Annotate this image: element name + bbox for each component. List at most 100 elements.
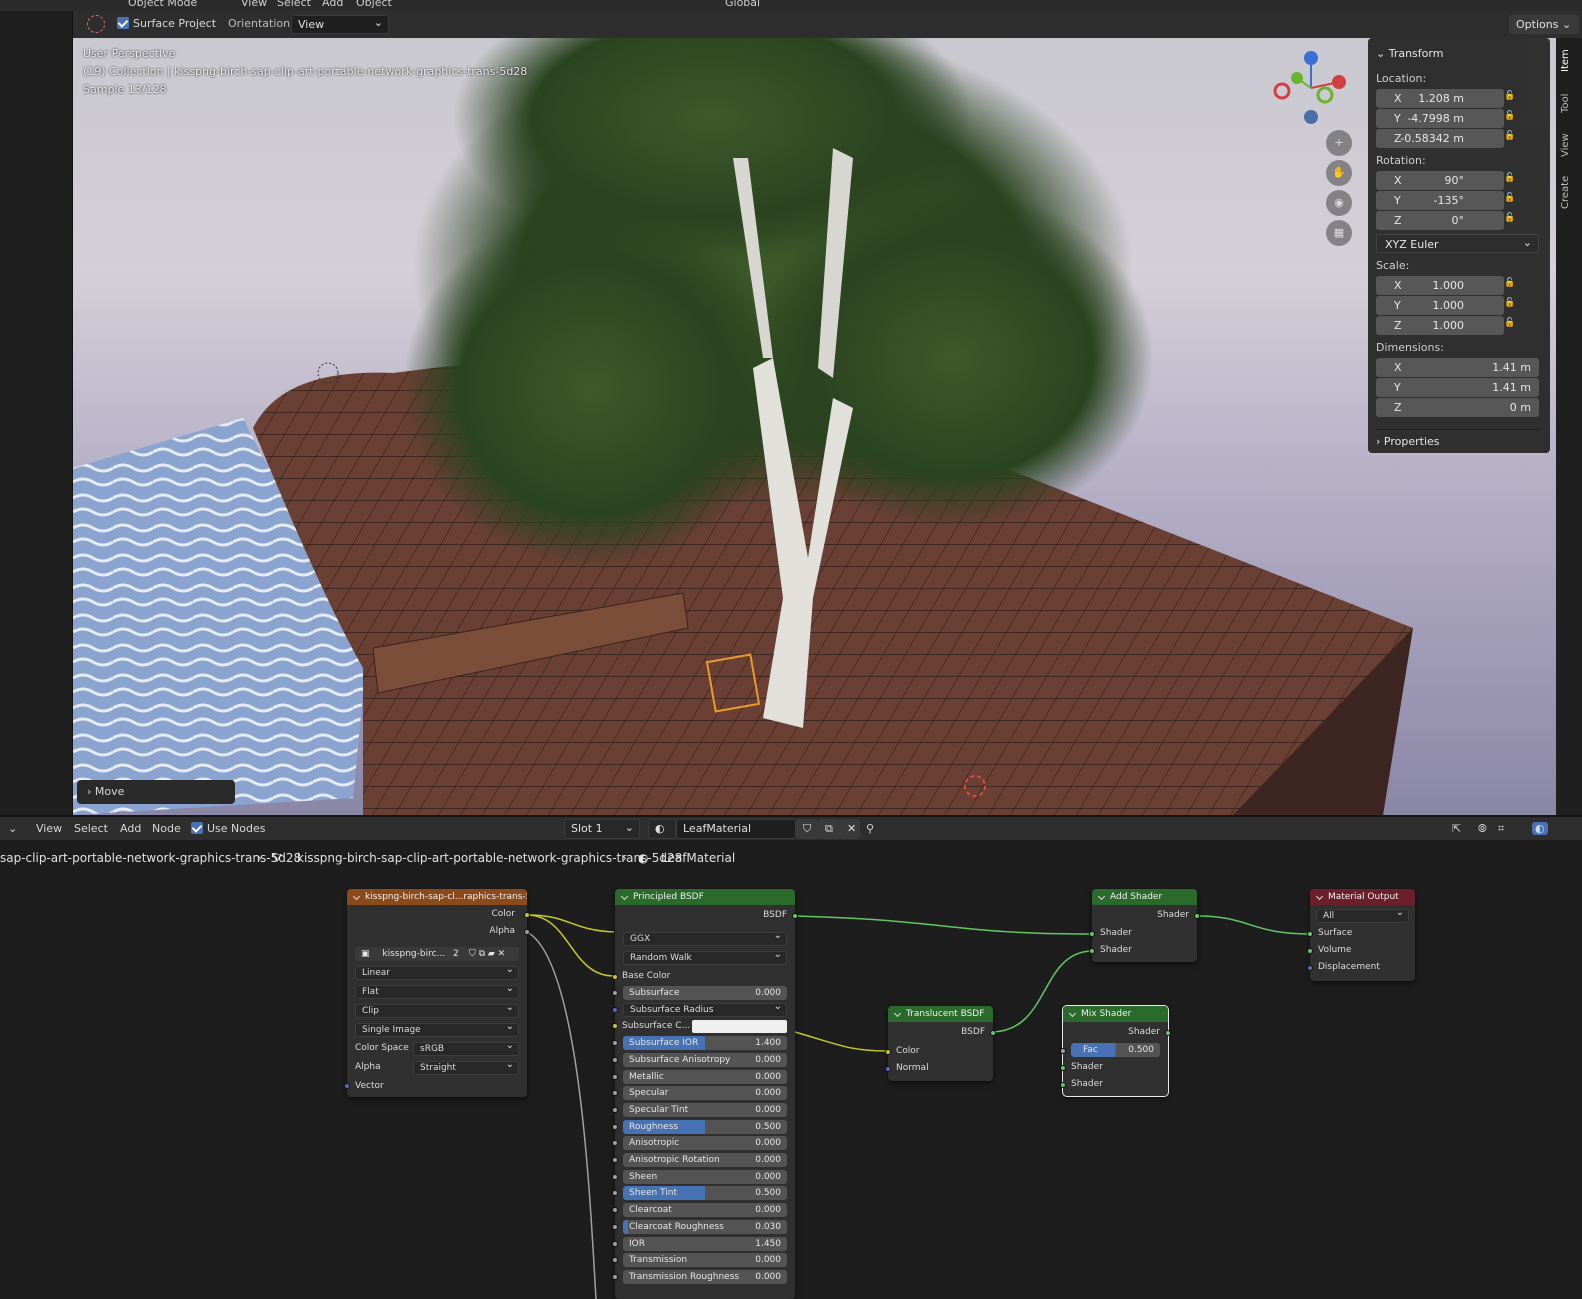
lock-icon[interactable]: 🔓 [1504,278,1518,292]
input-shader-2-socket[interactable] [1060,1082,1066,1088]
projection-dropdown[interactable]: Flat [355,985,519,999]
distribution-dropdown[interactable]: GGX [623,932,787,946]
field-clearcoat-roughness[interactable]: Clearcoat Roughness 0.030 [623,1219,787,1234]
menu-view[interactable]: View [36,822,62,835]
duplicate-material-icon[interactable]: ⧉ [818,819,840,839]
tab-tool[interactable]: Tool [1560,88,1578,118]
input-socket[interactable] [612,1040,618,1047]
input-shader-1-socket[interactable] [1089,931,1095,937]
menu-select[interactable]: Select [277,0,311,9]
material-name-field[interactable]: LeafMaterial [676,819,796,839]
output-bsdf-socket[interactable] [792,913,798,919]
field-clearcoat[interactable]: Clearcoat 0.000 [623,1203,787,1218]
principled-bsdf-node[interactable]: Principled BSDF BSDF GGX Random Walk Bas… [612,889,798,1299]
options-button[interactable]: Options ⌄ [1509,15,1579,34]
field-anisotropic[interactable]: Anisotropic 0.000 [623,1136,787,1151]
tab-create[interactable]: Create [1560,172,1578,212]
input-surface-socket[interactable] [1307,931,1313,937]
parent-node-tree-icon[interactable]: ⇱ [1452,822,1461,835]
node-header[interactable]: Material Output [1310,889,1415,905]
output-bsdf-socket[interactable] [990,1030,996,1036]
image-actions-icon[interactable]: ⛉ ⧉ ▰ ✕ [469,947,505,961]
node-header[interactable]: Mix Shader [1063,1006,1168,1022]
dimensions-z-field[interactable]: Z 0 m [1376,398,1539,417]
input-socket[interactable] [612,1140,618,1147]
input-socket[interactable] [612,1157,618,1163]
output-color-socket[interactable] [524,912,530,918]
input-socket[interactable] [612,1207,618,1214]
scale-z-field[interactable]: Z 1.000 🔓 [1376,316,1515,335]
subsurface-method-dropdown[interactable]: Random Walk [623,951,787,965]
input-socket[interactable] [612,1073,618,1080]
input-socket[interactable] [612,1006,618,1013]
extension-dropdown[interactable]: Clip [355,1004,519,1018]
menu-view[interactable]: View [241,0,267,9]
tab-item[interactable]: Item [1560,46,1578,76]
overlays-icon[interactable]: ◐ [1532,822,1548,835]
snap-icon[interactable]: ⦾ [1478,822,1487,836]
input-normal-socket[interactable] [885,1066,891,1072]
menu-node[interactable]: Node [152,822,181,835]
transform-header[interactable]: ⌄ Transform [1376,42,1542,66]
unlink-material-icon[interactable]: ✕ [840,819,860,839]
scale-x-field[interactable]: X 1.000 🔓 [1376,276,1515,295]
field-subsurface-ior[interactable]: Subsurface IOR 1.400 [623,1036,787,1051]
input-socket[interactable] [612,1106,618,1113]
3d-viewport[interactable]: User Perspective (19) Collection | kissp… [73,38,1558,815]
alpha-mode-dropdown[interactable]: Straight [413,1061,519,1075]
chevron-down-icon[interactable]: ⌄ [8,822,17,835]
input-socket[interactable] [612,1273,618,1280]
field-roughness[interactable]: Roughness 0.500 [623,1119,787,1134]
lock-icon[interactable]: 🔓 [1504,298,1518,312]
pan-hand-icon[interactable]: ✋ [1326,160,1352,186]
lock-icon[interactable]: 🔓 [1504,173,1518,187]
image-texture-node[interactable]: kisspng-birch-sap-cl...raphics-trans-5d2… [344,889,530,1097]
input-base-color-socket[interactable] [612,974,618,980]
mix-shader-node[interactable]: Mix Shader Shader Fac 0.500 Shader Shader [1060,1005,1171,1097]
tab-view[interactable]: View [1560,128,1578,162]
input-socket[interactable] [612,1257,618,1264]
camera-icon[interactable]: ◉ [1326,190,1352,216]
fake-user-icon[interactable]: ⛉ [796,819,818,839]
input-fac-socket[interactable] [1060,1048,1066,1054]
last-operator-panel[interactable]: › Move [77,780,235,804]
rotation-y-field[interactable]: Y -135° 🔓 [1376,191,1515,210]
menu-object[interactable]: Object [356,0,392,9]
use-nodes-toggle[interactable]: Use Nodes [191,822,266,835]
surface-project-icon[interactable] [87,15,105,33]
color-swatch[interactable] [692,1020,787,1034]
field-metallic[interactable]: Metallic 0.000 [623,1069,787,1084]
field-anisotropic-rotation[interactable]: Anisotropic Rotation 0.000 [623,1153,787,1167]
input-volume-socket[interactable] [1307,948,1313,954]
field-sheen-tint[interactable]: Sheen Tint 0.500 [623,1186,787,1201]
image-datablock[interactable]: ▣ kisspng-birc... 2 ⛉ ⧉ ▰ ✕ [355,947,519,961]
scale-y-field[interactable]: Y 1.000 🔓 [1376,296,1515,315]
menu-select[interactable]: Select [74,822,108,835]
fac-slider[interactable]: Fac 0.500 [1071,1043,1160,1057]
rotation-mode-dropdown[interactable]: XYZ Euler ⌄ [1376,234,1539,253]
lock-icon[interactable]: 🔓 [1504,213,1518,227]
input-socket[interactable] [612,1023,618,1030]
dimensions-x-field[interactable]: X 1.41 m [1376,358,1539,377]
node-header[interactable]: kisspng-birch-sap-cl...raphics-trans-5d2… [347,889,527,905]
output-alpha-socket[interactable] [524,929,530,935]
lock-icon[interactable]: 🔓 [1504,318,1518,332]
lock-icon[interactable]: 🔓 [1504,193,1518,207]
orientation-dropdown[interactable]: View ⌄ [291,15,389,34]
field-sheen[interactable]: Sheen 0.000 [623,1169,787,1184]
output-shader-socket[interactable] [1165,1030,1171,1036]
pin-icon[interactable]: ⚲ [866,822,874,835]
add-shader-node[interactable]: Add Shader Shader Shader Shader [1089,889,1200,962]
input-socket[interactable] [612,990,618,996]
menu-add[interactable]: Add [120,822,141,835]
input-socket[interactable] [612,1190,618,1197]
menu-add[interactable]: Add [322,0,343,9]
lock-icon[interactable]: 🔓 [1504,131,1518,145]
location-y-field[interactable]: Y -4.7998 m 🔓 [1376,109,1515,128]
target-dropdown[interactable]: All [1316,909,1409,923]
field-ior[interactable]: IOR 1.450 [623,1236,787,1251]
input-socket[interactable] [612,1123,618,1130]
output-shader-socket[interactable] [1194,913,1200,919]
field-subsurface-anisotropy[interactable]: Subsurface Anisotropy 0.000 [623,1052,787,1067]
orientation-global[interactable]: Global [725,0,760,9]
